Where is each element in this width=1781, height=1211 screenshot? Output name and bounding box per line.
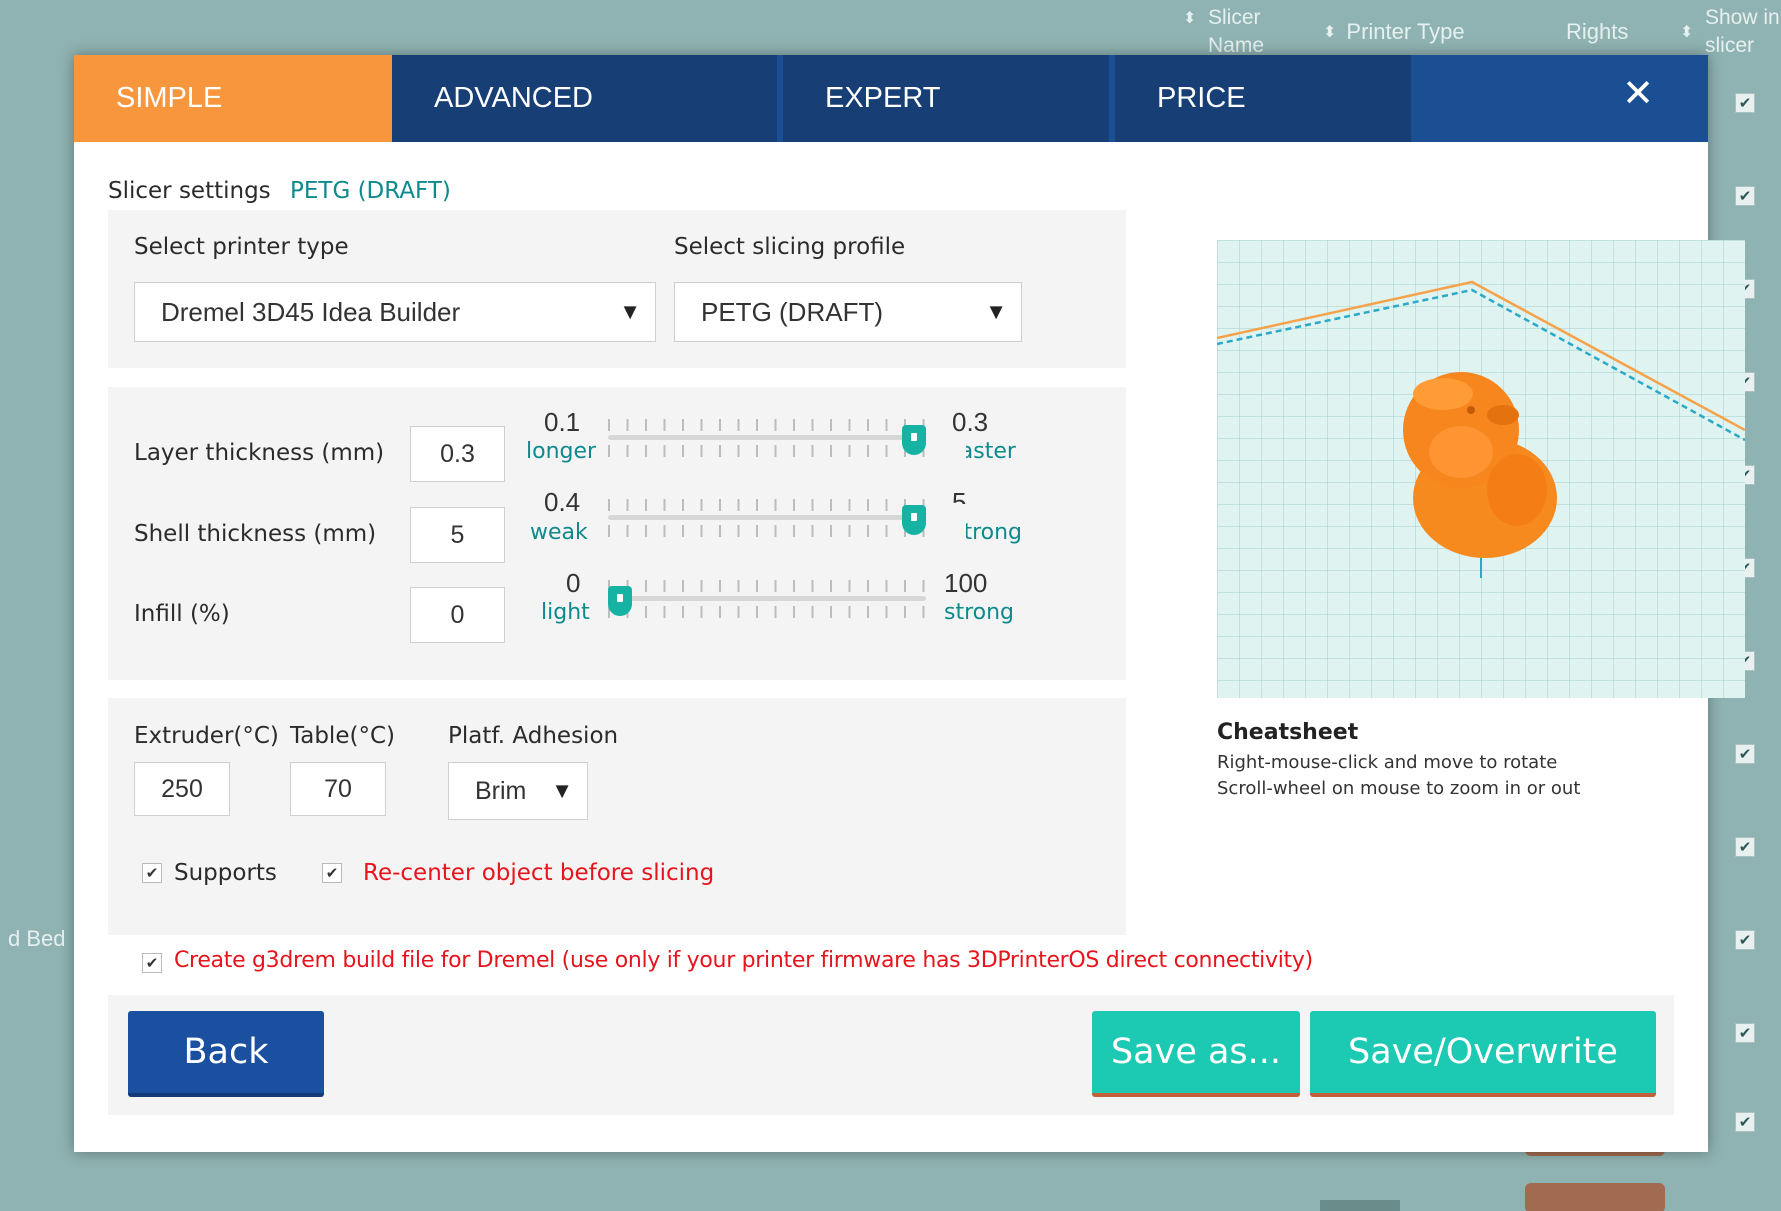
printer-type-select[interactable]: Dremel 3D45 Idea Builder ▼ [134,282,656,342]
column-printer-type[interactable]: ⬍ Printer Type [1323,18,1465,47]
slider-ticks [608,606,926,618]
slider-ticks [608,419,926,431]
save-overwrite-button[interactable]: Save/Overwrite [1310,1011,1656,1097]
chevron-down-icon: ▼ [619,299,641,324]
recenter-label: Re-center object before slicing [363,860,715,886]
column-slicer-name[interactable]: ⬍ [1183,4,1206,33]
infill-input[interactable]: 0 [410,587,505,643]
model-preview-canvas[interactable] [1217,240,1745,698]
infill-max-caption: strong [944,600,1015,625]
duck-model [1403,372,1557,578]
slider-track [608,515,926,520]
background-table-header: ⬍ Slicer Name ⬍ Printer Type Rights ⬍ Sho… [0,0,1781,62]
slider-ticks [608,580,926,592]
background-row-fragment: d Bed [8,926,66,951]
extruder-label: Extruder(°C) [134,723,279,749]
slicing-profile-select[interactable]: PETG (DRAFT) ▼ [674,282,1022,342]
show-in-slicer-checkbox[interactable]: ✔ [1735,837,1755,857]
slicer-settings-modal: SIMPLE ADVANCED EXPERT PRICE ✕ Slicer se… [74,55,1745,1152]
cheatsheet-line: Right-mouse-click and move to rotate [1217,752,1558,773]
layer-min-value: 0.1 [544,407,581,437]
slicer-settings-label: Slicer settings [108,178,271,204]
table-label: Table(°C) [290,723,395,749]
recenter-checkbox[interactable]: ✔ [322,863,342,883]
shell-min-caption: weak [530,520,588,545]
show-in-slicer-checkbox[interactable]: ✔ [1735,744,1755,764]
sort-icon: ⬍ [1680,24,1694,42]
tab-advanced[interactable]: ADVANCED [392,55,777,142]
back-button[interactable]: Back [128,1011,324,1097]
temperature-panel: Extruder(°C) 250 Table(°C) 70 Platf. Adh… [108,698,1126,935]
tab-price[interactable]: PRICE [1115,55,1411,142]
infill-label: Infill (%) [134,601,230,627]
quality-panel: Layer thickness (mm) 0.3 0.1 longer 0.3 … [108,387,1126,680]
slider-thumb[interactable] [902,505,926,535]
preview-scene [1217,280,1745,578]
slider-ticks [608,525,926,537]
slider-ticks [608,445,926,457]
slider-thumb[interactable] [902,425,926,455]
save-as-button[interactable]: Save as... [1092,1011,1300,1097]
table-temp-input[interactable]: 70 [290,762,386,816]
chevron-down-icon: ▼ [551,778,573,803]
supports-checkbox[interactable]: ✔ [142,863,162,883]
infill-max-value: 100 [944,568,988,598]
slider-track [608,435,926,440]
tab-simple[interactable]: SIMPLE [74,55,392,142]
column-show-in-slicer-sort[interactable]: ⬍ [1680,18,1703,47]
infill-min-caption: light [541,600,590,625]
tab-expert[interactable]: EXPERT [783,55,1109,142]
shell-min-value: 0.4 [544,487,581,517]
show-in-slicer-checkbox[interactable]: ✔ [1735,186,1755,206]
chevron-down-icon: ▼ [985,299,1007,324]
layer-max-value: 0.3 [952,407,989,437]
shell-thickness-slider[interactable] [608,497,926,557]
layer-min-caption: longer [526,439,597,464]
slicer-profile-name: PETG (DRAFT) [290,178,451,204]
adhesion-select[interactable]: Brim ▼ [448,762,588,820]
show-in-slicer-checkbox[interactable]: ✔ [1735,930,1755,950]
background-button[interactable] [1525,1183,1665,1211]
cheatsheet-title: Cheatsheet [1217,720,1359,745]
shell-max-caption: strong [952,520,1023,545]
slicing-profile-label: Select slicing profile [674,234,906,260]
infill-slider[interactable] [608,578,926,638]
column-show-in-slicer[interactable]: Show in slicer [1705,4,1780,60]
slider-track [608,596,926,601]
layer-thickness-slider[interactable] [608,417,926,477]
layer-max-caption: faster [952,439,1016,464]
show-in-slicer-checkbox[interactable]: ✔ [1735,93,1755,113]
tab-bar: SIMPLE ADVANCED EXPERT PRICE ✕ [74,55,1708,142]
show-in-slicer-checkbox[interactable]: ✔ [1735,1112,1755,1132]
extruder-temp-input[interactable]: 250 [134,762,230,816]
layer-thickness-input[interactable]: 0.3 [410,426,505,482]
adhesion-label: Platf. Adhesion [448,723,619,749]
shell-thickness-input[interactable]: 5 [410,507,505,563]
sort-icon: ⬍ [1183,10,1197,28]
printer-profile-panel: Select printer type Dremel 3D45 Idea Bui… [108,210,1126,368]
layer-thickness-label: Layer thickness (mm) [134,440,385,466]
infill-min-value: 0 [566,568,581,598]
shell-max-value: 5 [952,487,967,517]
printer-type-label: Select printer type [134,234,349,260]
button-bar: Back Save as... Save/Overwrite [108,995,1674,1115]
cheatsheet-line: Scroll-wheel on mouse to zoom in or out [1217,778,1581,799]
background-field [1320,1200,1400,1211]
g3drem-label: Create g3drem build file for Dremel (use… [174,948,1313,973]
show-in-slicer-checkbox[interactable]: ✔ [1735,1023,1755,1043]
column-slicer-name-label[interactable]: Slicer Name [1208,4,1264,60]
close-icon[interactable]: ✕ [1616,71,1660,115]
g3drem-checkbox[interactable]: ✔ [142,953,162,973]
supports-label: Supports [174,860,277,886]
slider-thumb[interactable] [608,586,632,616]
shell-thickness-label: Shell thickness (mm) [134,521,377,547]
column-rights[interactable]: Rights [1566,18,1628,46]
sort-icon: ⬍ [1323,24,1337,42]
slider-ticks [608,499,926,511]
